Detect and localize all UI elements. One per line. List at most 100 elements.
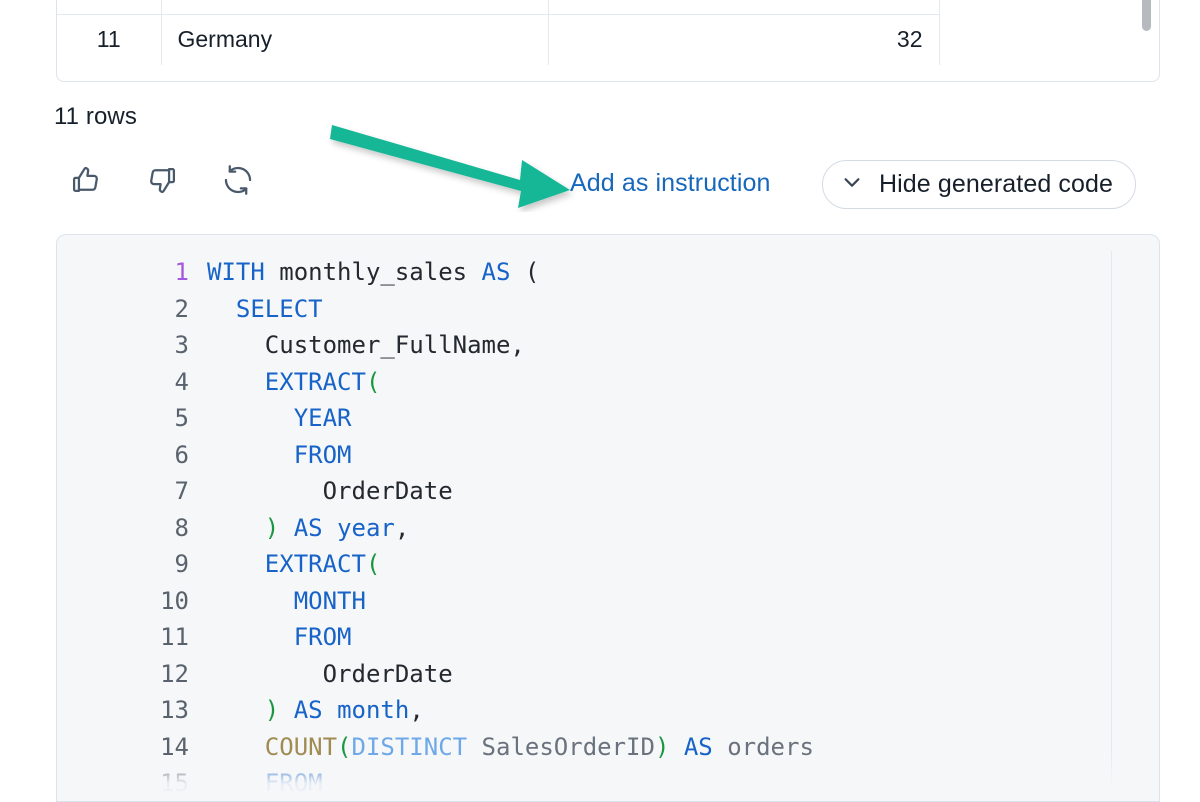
code-line-text: SELECT [207, 291, 323, 328]
code-token [207, 733, 265, 761]
code-token: ( [366, 550, 380, 578]
row-index-cell: 10 [57, 0, 161, 14]
row-country-cell: Australia [161, 0, 548, 14]
code-token: OrderDate [323, 477, 453, 505]
code-token [669, 733, 683, 761]
code-token: ( [337, 733, 351, 761]
code-line-text: Customer_FullName, [207, 327, 525, 364]
code-line: 2 SELECT [57, 291, 1159, 328]
code-token [467, 733, 481, 761]
code-line-number: 11 [57, 619, 207, 656]
code-token: WITH [207, 258, 265, 286]
code-line-number: 8 [57, 510, 207, 547]
thumbs-down-icon[interactable] [144, 162, 180, 198]
code-token [207, 587, 294, 615]
code-token: SalesOrderID [482, 733, 655, 761]
code-line-list: 1WITH monthly_sales AS (2 SELECT3 Custom… [57, 254, 1159, 802]
code-line-text: OrderDate [207, 656, 453, 693]
arrow-shape [330, 125, 570, 208]
hide-generated-code-label: Hide generated code [879, 170, 1113, 199]
code-line-text: FROM [207, 437, 352, 474]
code-line: 9 EXTRACT( [57, 546, 1159, 583]
code-token: FROM [294, 623, 352, 651]
code-line: 8 ) AS year, [57, 510, 1159, 547]
code-token: FROM [294, 441, 352, 469]
code-token [323, 696, 337, 724]
code-token [207, 550, 265, 578]
hide-generated-code-button[interactable]: Hide generated code [822, 160, 1136, 209]
code-token: AS [294, 514, 323, 542]
code-line-number: 15 [57, 765, 207, 802]
code-line-number: 7 [57, 473, 207, 510]
code-line: 15 FROM [57, 765, 1159, 802]
code-token: DISTINCT [352, 733, 468, 761]
code-line-number: 13 [57, 692, 207, 729]
table-vertical-scrollbar[interactable] [1142, 0, 1151, 31]
code-token: EXTRACT [265, 368, 366, 396]
refresh-icon[interactable] [220, 162, 256, 198]
code-token: YEAR [294, 404, 352, 432]
code-token: ) [265, 696, 279, 724]
code-token [713, 733, 727, 761]
code-token [467, 258, 481, 286]
code-line-number: 2 [57, 291, 207, 328]
code-token: monthly_sales [279, 258, 467, 286]
row-country-cell: Germany [161, 14, 548, 65]
table-row[interactable]: 10 Australia 33 [57, 0, 939, 14]
code-token [207, 441, 294, 469]
generated-code-block[interactable]: 1WITH monthly_sales AS (2 SELECT3 Custom… [56, 234, 1160, 802]
row-count-cell: 33 [548, 0, 939, 14]
table-row[interactable]: 11 Germany 32 [57, 14, 939, 65]
code-token [279, 514, 293, 542]
code-token: ( [525, 258, 539, 286]
code-line-number: 1 [57, 254, 207, 291]
generated-query-result-panel: 10 Australia 33 11 Germany 32 11 rows [0, 0, 1200, 802]
code-line: 1WITH monthly_sales AS ( [57, 254, 1159, 291]
code-line: 7 OrderDate [57, 473, 1159, 510]
code-line-number: 3 [57, 327, 207, 364]
code-line-text: EXTRACT( [207, 546, 380, 583]
code-token: MONTH [294, 587, 366, 615]
code-line-text: FROM [207, 619, 352, 656]
code-line-text: EXTRACT( [207, 364, 380, 401]
code-token: SELECT [236, 295, 323, 323]
code-line-text: WITH monthly_sales AS ( [207, 254, 539, 291]
code-token: COUNT [265, 733, 337, 761]
code-token: OrderDate [323, 660, 453, 688]
code-line-text: FROM [207, 765, 323, 802]
code-token: ) [265, 514, 279, 542]
code-token [207, 514, 265, 542]
code-line: 6 FROM [57, 437, 1159, 474]
code-line-text: ) AS year, [207, 510, 409, 547]
thumbs-up-icon[interactable] [68, 162, 104, 198]
code-line-number: 14 [57, 729, 207, 766]
code-token [207, 623, 294, 651]
code-line: 14 COUNT(DISTINCT SalesOrderID) AS order… [57, 729, 1159, 766]
results-table: 10 Australia 33 11 Germany 32 [57, 0, 940, 65]
code-line-number: 10 [57, 583, 207, 620]
code-token [323, 514, 337, 542]
code-line-text: ) AS month, [207, 692, 424, 729]
code-token: AS [482, 258, 511, 286]
code-line-text: COUNT(DISTINCT SalesOrderID) AS orders [207, 729, 814, 766]
code-line: 10 MONTH [57, 583, 1159, 620]
code-token [207, 331, 265, 359]
code-token [207, 769, 265, 797]
code-token: AS [684, 733, 713, 761]
code-token: , [395, 514, 409, 542]
code-token: orders [727, 733, 814, 761]
code-line-number: 5 [57, 400, 207, 437]
code-line: 3 Customer_FullName, [57, 327, 1159, 364]
feedback-toolbar [68, 162, 256, 198]
code-line-number: 6 [57, 437, 207, 474]
row-index-cell: 11 [57, 14, 161, 65]
code-token: AS [294, 696, 323, 724]
code-token [207, 477, 323, 505]
code-line: 12 OrderDate [57, 656, 1159, 693]
code-token [265, 258, 279, 286]
code-line-number: 4 [57, 364, 207, 401]
add-as-instruction-link[interactable]: Add as instruction [570, 169, 771, 198]
results-table-container: 10 Australia 33 11 Germany 32 [56, 0, 1160, 82]
code-line-number: 12 [57, 656, 207, 693]
code-line-number: 9 [57, 546, 207, 583]
